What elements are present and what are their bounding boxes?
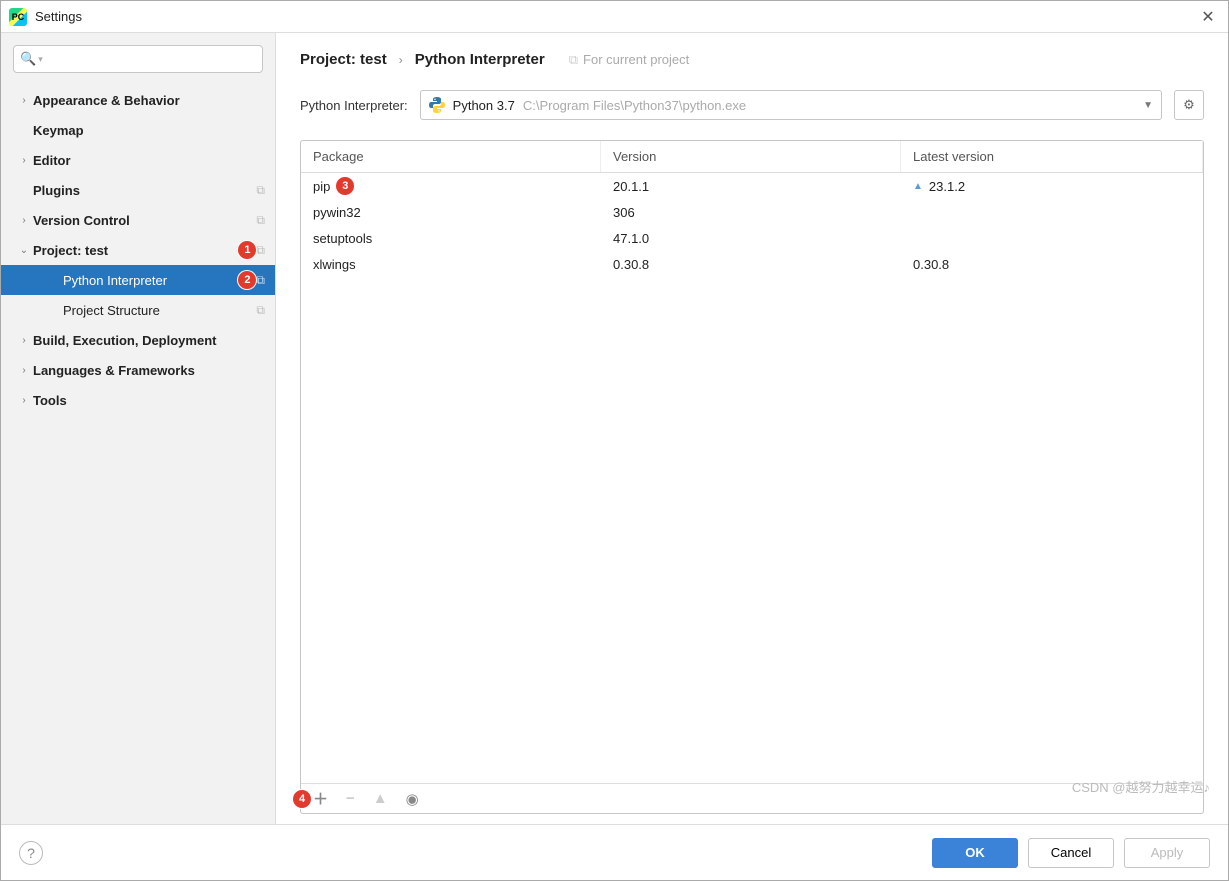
upgrade-package-button[interactable]: ▲ bbox=[373, 790, 388, 807]
remove-package-button[interactable]: − bbox=[346, 790, 355, 807]
sidebar-item-label: Languages & Frameworks bbox=[33, 363, 265, 378]
cell-latest: 0.30.8 bbox=[901, 257, 1203, 272]
chevron-right-icon: › bbox=[15, 395, 33, 406]
search-icon: 🔍 bbox=[20, 51, 36, 67]
cell-version: 306 bbox=[601, 205, 901, 220]
sidebar-item-label: Editor bbox=[33, 153, 265, 168]
chevron-right-icon: › bbox=[15, 335, 33, 346]
sidebar-item-label: Appearance & Behavior bbox=[33, 93, 265, 108]
annotation-badge-3: 3 bbox=[336, 177, 354, 195]
annotation-badge-1: 1 bbox=[238, 241, 256, 259]
app-icon: PC bbox=[9, 8, 27, 26]
cell-package: xlwings bbox=[301, 257, 601, 272]
cell-package: pip3 bbox=[301, 177, 601, 195]
interpreter-settings-button[interactable]: ⚙ bbox=[1174, 90, 1204, 120]
sidebar-item-label: Project: test bbox=[33, 243, 244, 258]
sidebar-item-label: Python Interpreter bbox=[63, 273, 244, 288]
table-row[interactable]: xlwings0.30.80.30.8 bbox=[301, 251, 1203, 277]
table-row[interactable]: pywin32306 bbox=[301, 199, 1203, 225]
copy-icon: ⧉ bbox=[256, 273, 265, 288]
main-panel: Project: test › Python Interpreter ⧉ For… bbox=[276, 33, 1228, 824]
update-available-icon: ▲ bbox=[913, 181, 923, 192]
chevron-right-icon: › bbox=[15, 95, 33, 106]
sidebar-item-languages-frameworks[interactable]: ›Languages & Frameworks bbox=[1, 355, 275, 385]
table-toolbar: 4 ＋ − ▲ ◉ bbox=[301, 783, 1203, 813]
interpreter-path: C:\Program Files\Python37\python.exe bbox=[523, 98, 1135, 113]
cell-latest: ▲23.1.2 bbox=[901, 179, 1203, 194]
sidebar-item-project-test[interactable]: ⌄Project: test1⧉ bbox=[1, 235, 275, 265]
header-version[interactable]: Version bbox=[601, 141, 901, 172]
ok-button[interactable]: OK bbox=[932, 838, 1018, 868]
sidebar: 🔍 ▾ ›Appearance & BehaviorKeymap›EditorP… bbox=[1, 33, 276, 824]
add-package-button[interactable]: ＋ bbox=[313, 788, 328, 809]
chevron-right-icon: › bbox=[399, 53, 403, 67]
sidebar-item-label: Version Control bbox=[33, 213, 256, 228]
chevron-down-icon: ⌄ bbox=[15, 245, 33, 256]
sidebar-item-label: Project Structure bbox=[63, 303, 256, 318]
chevron-right-icon: › bbox=[15, 155, 33, 166]
breadcrumb-project[interactable]: Project: test bbox=[300, 51, 387, 68]
header-latest[interactable]: Latest version bbox=[901, 141, 1203, 172]
search-dropdown-icon: ▾ bbox=[38, 54, 43, 65]
scope-hint: ⧉ For current project bbox=[569, 52, 690, 68]
table-row[interactable]: setuptools47.1.0 bbox=[301, 225, 1203, 251]
packages-table: Package Version Latest version pip320.1.… bbox=[300, 140, 1204, 814]
gear-icon: ⚙ bbox=[1183, 97, 1195, 113]
sidebar-item-keymap[interactable]: Keymap bbox=[1, 115, 275, 145]
annotation-badge-2: 2 bbox=[238, 271, 256, 289]
annotation-badge-4: 4 bbox=[293, 790, 311, 808]
interpreter-row: Python Interpreter: Python 3.7 C:\Progra… bbox=[300, 90, 1204, 120]
copy-icon: ⧉ bbox=[256, 183, 265, 198]
cell-package: pywin32 bbox=[301, 205, 601, 220]
python-icon bbox=[429, 97, 445, 113]
close-icon[interactable]: ✕ bbox=[1196, 7, 1220, 27]
dialog-footer: ? OK Cancel Apply bbox=[1, 824, 1228, 880]
cell-version: 20.1.1 bbox=[601, 179, 901, 194]
copy-icon: ⧉ bbox=[569, 52, 578, 68]
table-body: pip320.1.1▲23.1.2pywin32306setuptools47.… bbox=[301, 173, 1203, 783]
cell-version: 47.1.0 bbox=[601, 231, 901, 246]
sidebar-item-python-interpreter[interactable]: Python Interpreter2⧉ bbox=[1, 265, 275, 295]
copy-icon: ⧉ bbox=[256, 303, 265, 318]
interpreter-select[interactable]: Python 3.7 C:\Program Files\Python37\pyt… bbox=[420, 90, 1162, 120]
sidebar-item-version-control[interactable]: ›Version Control⧉ bbox=[1, 205, 275, 235]
help-button[interactable]: ? bbox=[19, 841, 43, 865]
breadcrumb: Project: test › Python Interpreter ⧉ For… bbox=[300, 51, 1204, 68]
sidebar-item-label: Plugins bbox=[33, 183, 256, 198]
breadcrumb-interpreter: Python Interpreter bbox=[415, 51, 545, 68]
cell-version: 0.30.8 bbox=[601, 257, 901, 272]
table-header: Package Version Latest version bbox=[301, 141, 1203, 173]
copy-icon: ⧉ bbox=[256, 213, 265, 228]
sidebar-item-appearance-behavior[interactable]: ›Appearance & Behavior bbox=[1, 85, 275, 115]
sidebar-item-label: Tools bbox=[33, 393, 265, 408]
interpreter-name: Python 3.7 bbox=[453, 98, 515, 113]
chevron-right-icon: › bbox=[15, 215, 33, 226]
table-row[interactable]: pip320.1.1▲23.1.2 bbox=[301, 173, 1203, 199]
titlebar: PC Settings ✕ bbox=[1, 1, 1228, 33]
sidebar-item-label: Keymap bbox=[33, 123, 265, 138]
search-box[interactable]: 🔍 ▾ bbox=[13, 45, 263, 73]
chevron-down-icon: ▼ bbox=[1143, 100, 1153, 111]
settings-tree: ›Appearance & BehaviorKeymap›EditorPlugi… bbox=[1, 85, 275, 824]
window-title: Settings bbox=[35, 9, 1196, 24]
search-input[interactable] bbox=[47, 52, 256, 67]
sidebar-item-editor[interactable]: ›Editor bbox=[1, 145, 275, 175]
content: 🔍 ▾ ›Appearance & BehaviorKeymap›EditorP… bbox=[1, 33, 1228, 824]
apply-button[interactable]: Apply bbox=[1124, 838, 1210, 868]
cancel-button[interactable]: Cancel bbox=[1028, 838, 1114, 868]
header-package[interactable]: Package bbox=[301, 141, 601, 172]
show-early-releases-button[interactable]: ◉ bbox=[406, 790, 419, 808]
cell-package: setuptools bbox=[301, 231, 601, 246]
sidebar-item-project-structure[interactable]: Project Structure⧉ bbox=[1, 295, 275, 325]
sidebar-item-label: Build, Execution, Deployment bbox=[33, 333, 265, 348]
chevron-right-icon: › bbox=[15, 365, 33, 376]
sidebar-item-build-execution-deployment[interactable]: ›Build, Execution, Deployment bbox=[1, 325, 275, 355]
sidebar-item-tools[interactable]: ›Tools bbox=[1, 385, 275, 415]
copy-icon: ⧉ bbox=[256, 243, 265, 258]
sidebar-item-plugins[interactable]: Plugins⧉ bbox=[1, 175, 275, 205]
interpreter-label: Python Interpreter: bbox=[300, 98, 408, 113]
